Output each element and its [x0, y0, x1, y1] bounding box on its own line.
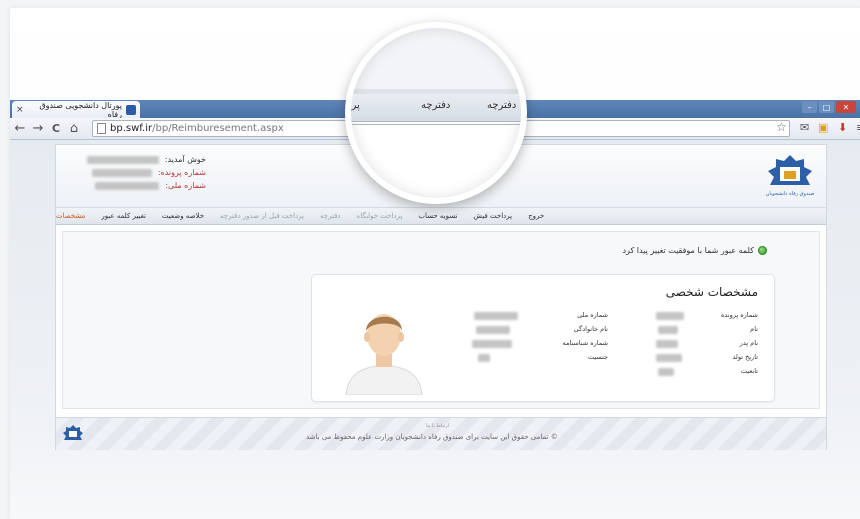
menu-item-status-summary[interactable]: خلاصه وضعیت — [162, 212, 204, 220]
menu-item-settlement[interactable]: تسویه حساب — [418, 212, 457, 220]
menu-item-change-password[interactable]: تغییر کلمه عبور — [101, 212, 146, 220]
menu-icon[interactable]: ≡ — [856, 121, 860, 134]
national-id-label: شماره ملی: — [165, 181, 206, 190]
url-host: bp.swf.ir — [110, 123, 153, 134]
main-content: کلمه عبور شما با موفقیت تغییر پیدا کرد م… — [62, 231, 820, 409]
magnifier-item: دفترچه — [421, 100, 451, 111]
field-value-gender — [478, 354, 490, 362]
welcome-label: خوش آمدید: — [164, 155, 206, 164]
extension-icon[interactable]: ▣ — [818, 121, 828, 134]
field-label-file-number: شماره پرونده — [721, 311, 758, 319]
field-label-gender: جنسیت — [587, 353, 608, 361]
minimize-button[interactable]: – — [802, 101, 817, 113]
success-check-icon — [758, 246, 767, 255]
file-number-value — [91, 168, 152, 177]
main-menu: مشخصات تغییر کلمه عبور خلاصه وضعیت پرداخ… — [56, 207, 826, 225]
field-value-nationality — [658, 368, 674, 376]
menu-item-receipt-payment[interactable]: پرداخت فیش — [473, 212, 512, 220]
field-value-father-name — [656, 340, 678, 348]
tab-close-icon[interactable]: × — [16, 105, 24, 115]
field-label-first-name: نام — [750, 325, 758, 333]
file-number-label: شماره پرونده: — [157, 168, 206, 177]
footer-link[interactable]: ارتباط با ما — [426, 423, 449, 429]
back-button[interactable]: ← — [12, 121, 28, 136]
field-label-last-name: نام خانوادگی — [573, 325, 608, 333]
menu-item-profile[interactable]: مشخصات — [56, 212, 85, 220]
field-value-file-number — [656, 312, 684, 320]
magnifier-item: پرد — [347, 100, 360, 111]
logo-caption: صندوق رفاه دانشجویان — [766, 191, 815, 197]
site-favicon-icon — [126, 104, 136, 115]
menu-item-booklet[interactable]: دفترچه — [320, 212, 341, 220]
footer-copyright: © تمامی حقوق این سایت برای صندوق رفاه دا… — [306, 433, 558, 441]
bookmark-star-icon[interactable]: ☆ — [776, 120, 787, 134]
success-message: کلمه عبور شما با موفقیت تغییر پیدا کرد — [622, 246, 767, 255]
window-close-button[interactable]: ✕ — [836, 101, 856, 113]
site-logo: صندوق رفاه دانشجویان — [766, 155, 815, 197]
url-path: /bp/Reimburesement.aspx — [152, 123, 284, 134]
extension-icon[interactable]: ⬇ — [838, 121, 847, 134]
magnifier-callout: دفترچه دفترچه پرد — [345, 22, 527, 204]
tab-title: پورتال دانشجویی صندوق رفاه — [39, 100, 122, 119]
field-label-national-id: شماره ملی — [577, 311, 608, 319]
forward-button[interactable]: → — [30, 121, 46, 136]
field-value-last-name — [476, 326, 510, 334]
maximize-button[interactable]: □ — [819, 101, 834, 113]
user-avatar — [345, 314, 423, 395]
magnifier-divider — [351, 124, 521, 125]
field-label-birth-date: تاریخ تولد — [732, 353, 758, 361]
field-label-nationality: تابعیت — [740, 367, 758, 375]
menu-item-prepayment[interactable]: پرداخت قبل از صدور دفترچه — [220, 212, 304, 220]
field-label-father-name: نام پدر — [739, 339, 758, 347]
field-value-national-id — [474, 312, 518, 320]
browser-tab[interactable]: پورتال دانشجویی صندوق رفاه × — [12, 100, 140, 119]
national-id-value — [95, 181, 160, 190]
field-value-first-name — [658, 326, 678, 334]
profile-title: مشخصات شخصی — [665, 285, 758, 299]
welcome-panel: خوش آمدید: شماره پرونده: شماره ملی: — [86, 153, 206, 192]
field-label-id-number: شماره شناسنامه — [562, 339, 608, 347]
success-text: کلمه عبور شما با موفقیت تغییر پیدا کرد — [622, 246, 754, 255]
window-controls: – □ ✕ — [802, 101, 856, 113]
menu-item-dorm-payment[interactable]: پرداخت خوابگاه — [357, 212, 403, 220]
menu-item-logout[interactable]: خروج — [528, 212, 544, 220]
footer-logo — [63, 425, 83, 440]
magnifier-item: دفترچه — [487, 100, 517, 111]
profile-card: مشخصات شخصی شماره پرونده نام نام پدر تار… — [311, 274, 775, 402]
page-icon — [97, 123, 106, 134]
field-value-birth-date — [656, 354, 682, 362]
user-name-value — [86, 155, 159, 164]
site-footer: ارتباط با ما © تمامی حقوق این سایت برای … — [56, 417, 826, 450]
field-value-id-number — [472, 340, 512, 348]
gmail-extension-icon[interactable]: ✉ — [800, 121, 809, 134]
home-button[interactable]: ⌂ — [66, 121, 82, 136]
reload-button[interactable]: C — [48, 122, 64, 135]
